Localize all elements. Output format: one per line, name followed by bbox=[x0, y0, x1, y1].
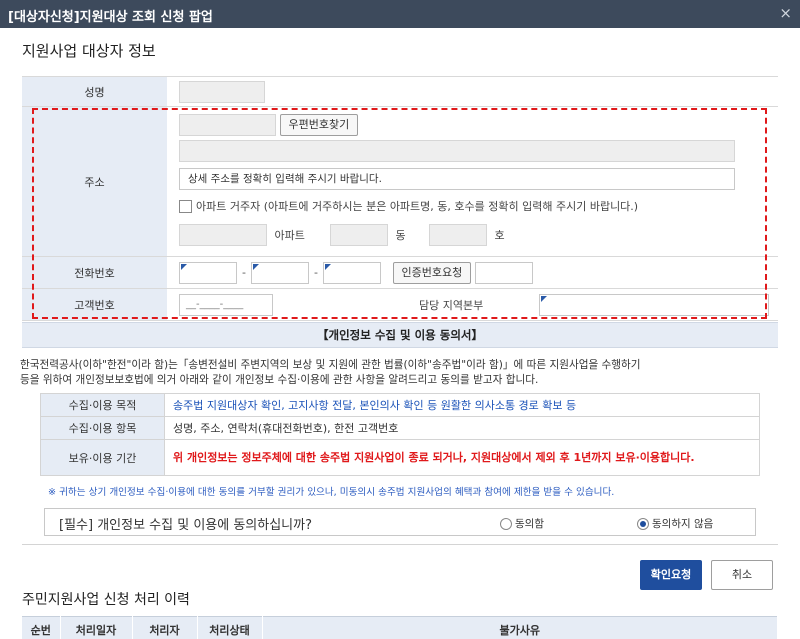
verify-code-button[interactable]: 인증번호요청 bbox=[392, 261, 472, 284]
close-icon[interactable]: × bbox=[779, 4, 792, 22]
ho-unit-label: 호 bbox=[494, 228, 505, 242]
dong-field[interactable] bbox=[330, 223, 388, 246]
agree-radio[interactable]: 동의함 bbox=[500, 516, 544, 531]
phone-part1-input[interactable] bbox=[179, 261, 237, 284]
zipcode-search-button[interactable]: 우편번호찾기 bbox=[279, 113, 359, 136]
consent-intro-line: 등을 위하여 개인정보보호법에 의거 아래와 같이 개인정보 수집·이용에 관한… bbox=[20, 374, 539, 386]
address-label: 주소 bbox=[22, 106, 167, 257]
retention-value: 위 개인정보는 정보주체에 대한 송주법 지원사업이 종료 되거나, 지원대상에… bbox=[164, 439, 760, 476]
phone-separator: - bbox=[314, 266, 318, 279]
phone-label: 전화번호 bbox=[22, 256, 167, 289]
ho-field[interactable] bbox=[429, 223, 487, 246]
history-col-reason: 불가사유 bbox=[262, 616, 778, 639]
region-label: 담당 지역본부 bbox=[419, 299, 484, 312]
name-label: 성명 bbox=[22, 76, 167, 107]
phone-part2-input[interactable] bbox=[251, 261, 309, 284]
history-table: 순번 처리일자 처리자 처리상태 불가사유 bbox=[22, 616, 778, 639]
address-detail-input[interactable]: 상세 주소를 정확히 입력해 주시기 바랍니다. bbox=[179, 167, 735, 190]
customer-no-cell: __-____-____ 담당 지역본부 bbox=[167, 288, 778, 321]
apartment-checkbox-label: 아파트 거주자 (아파트에 거주하시는 분은 아파트명, 동, 호수를 정확히 … bbox=[196, 199, 639, 213]
address-base-field[interactable] bbox=[179, 139, 735, 162]
applicant-section-title: 지원사업 대상자 정보 bbox=[22, 42, 156, 60]
disagree-radio-dot[interactable] bbox=[637, 517, 649, 530]
customer-no-label: 고객번호 bbox=[22, 288, 167, 321]
region-field[interactable] bbox=[539, 294, 769, 316]
consent-note: ※ 귀하는 상기 개인정보 수집·이용에 대한 동의를 거부할 권리가 있으나,… bbox=[48, 487, 615, 498]
phone-separator: - bbox=[242, 266, 246, 279]
retention-label: 보유·이용 기간 bbox=[40, 439, 165, 476]
items-value: 성명, 주소, 연락처(휴대전화번호), 한전 고객번호 bbox=[164, 416, 760, 440]
disagree-radio-label: 동의하지 않음 bbox=[652, 518, 714, 530]
customer-no-input[interactable]: __-____-____ bbox=[179, 293, 273, 316]
apartment-unit-label: 아파트 bbox=[274, 228, 305, 242]
phone-cell: - - 인증번호요청 bbox=[167, 256, 778, 289]
history-col-handler: 처리자 bbox=[132, 616, 198, 639]
agree-radio-dot[interactable] bbox=[500, 517, 512, 530]
consent-heading: 【개인정보 수집 및 이용 동의서】 bbox=[22, 322, 778, 348]
name-field bbox=[179, 80, 265, 103]
apartment-checkbox[interactable] bbox=[179, 200, 192, 213]
purpose-label: 수집·이용 목적 bbox=[40, 393, 165, 417]
window-titlebar: [대상자신청]지원대상 조회 신청 팝업 × bbox=[0, 0, 800, 28]
apartment-name-field[interactable] bbox=[179, 223, 267, 246]
consent-question: [필수] 개인정보 수집 및 이용에 동의하십니까? bbox=[59, 518, 312, 533]
dong-unit-label: 동 bbox=[395, 228, 406, 242]
consent-intro-line: 한국전력공사(이하"한전"이라 함)는「송변전설비 주변지역의 보상 및 지원에… bbox=[20, 359, 641, 371]
cancel-button[interactable]: 취소 bbox=[711, 560, 773, 590]
window-title: [대상자신청]지원대상 조회 신청 팝업 bbox=[8, 10, 213, 25]
name-cell bbox=[167, 76, 778, 107]
history-col-seq: 순번 bbox=[22, 616, 61, 639]
address-cell: 우편번호찾기 상세 주소를 정확히 입력해 주시기 바랍니다. 아파트 거주자 … bbox=[167, 106, 778, 257]
history-col-status: 처리상태 bbox=[197, 616, 263, 639]
consent-detail-table: 수집·이용 목적 송주법 지원대상자 확인, 고지사항 전달, 본인의사 확인 … bbox=[40, 393, 760, 476]
verify-code-input[interactable] bbox=[474, 261, 533, 284]
divider bbox=[22, 544, 778, 545]
consent-intro: 한국전력공사(이하"한전"이라 함)는「송변전설비 주변지역의 보상 및 지원에… bbox=[20, 358, 780, 388]
confirm-request-button[interactable]: 확인요청 bbox=[640, 560, 702, 590]
purpose-value: 송주법 지원대상자 확인, 고지사항 전달, 본인의사 확인 등 원활한 의사소… bbox=[164, 393, 760, 417]
applicant-form: 성명 주소 우편번호찾기 상세 주소를 정확히 입력해 주시기 바랍니다. 아파… bbox=[22, 76, 778, 321]
zipcode-field[interactable] bbox=[179, 113, 276, 136]
history-col-date: 처리일자 bbox=[60, 616, 133, 639]
phone-part3-input[interactable] bbox=[323, 261, 381, 284]
history-section-title: 주민지원사업 신청 처리 이력 bbox=[22, 592, 190, 608]
agree-radio-label: 동의함 bbox=[515, 518, 544, 530]
disagree-radio[interactable]: 동의하지 않음 bbox=[637, 516, 713, 531]
consent-question-row: [필수] 개인정보 수집 및 이용에 동의하십니까? 동의함 동의하지 않음 bbox=[44, 508, 756, 536]
items-label: 수집·이용 항목 bbox=[40, 416, 165, 440]
